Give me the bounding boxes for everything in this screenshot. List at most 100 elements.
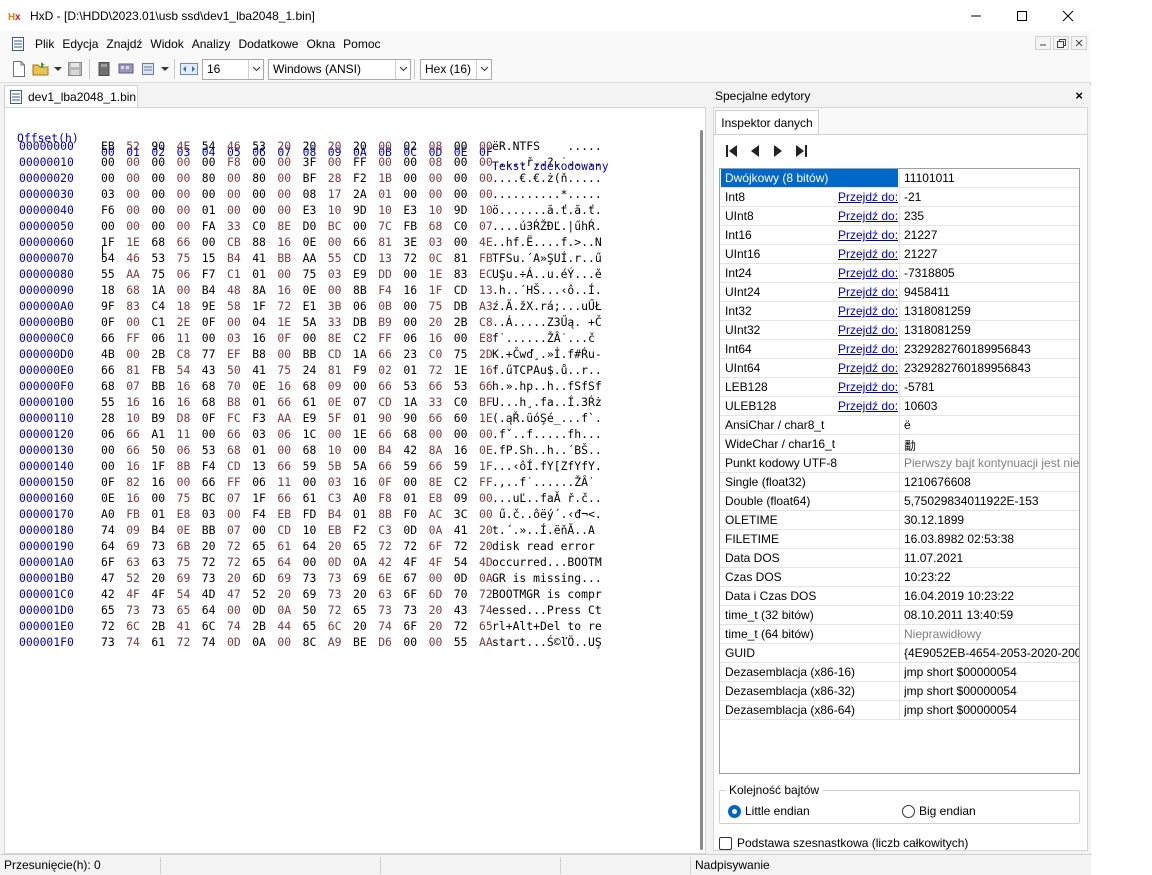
hex-byte[interactable]: 00: [252, 523, 272, 537]
hex-byte[interactable]: 00: [454, 331, 474, 345]
disk-icon[interactable]: [93, 58, 115, 80]
hex-byte[interactable]: 41: [177, 619, 197, 633]
inspector-row[interactable]: Data i Czas DOS 16.04.2019 10:23:22: [720, 587, 1079, 606]
hex-byte[interactable]: 08: [303, 187, 323, 201]
hex-byte[interactable]: C2: [353, 331, 373, 345]
hex-byte[interactable]: C4: [151, 299, 171, 313]
hex-byte[interactable]: 74: [101, 523, 121, 537]
hex-byte[interactable]: 00: [277, 171, 297, 185]
hex-byte[interactable]: 00: [429, 635, 449, 649]
hex-byte[interactable]: 75: [151, 267, 171, 281]
inspector-value[interactable]: 16.03.8982 02:53:38: [904, 532, 1079, 546]
document-menu-icon[interactable]: [11, 36, 25, 51]
hex-byte[interactable]: 64: [101, 539, 121, 553]
hex-byte[interactable]: 65: [303, 619, 323, 633]
hex-byte[interactable]: 5A: [353, 459, 373, 473]
hex-byte[interactable]: EB: [277, 507, 297, 521]
hex-byte[interactable]: 20: [328, 139, 348, 153]
hex-byte[interactable]: 00: [126, 315, 146, 329]
mdi-restore-button[interactable]: [1053, 36, 1069, 50]
hex-byte[interactable]: 42: [101, 587, 121, 601]
hex-byte[interactable]: 00: [403, 171, 423, 185]
hex-byte[interactable]: B8: [252, 347, 272, 361]
hex-byte[interactable]: 00: [353, 219, 373, 233]
hex-byte[interactable]: C1: [151, 315, 171, 329]
hex-byte[interactable]: F0: [403, 507, 423, 521]
hex-row[interactable]: 00000150 0F 82 16 00 66 FF 06 11 00 03 16 0F 00 8E C2 FF…: [5, 475, 695, 491]
hex-byte[interactable]: 4F: [429, 555, 449, 569]
hex-byte[interactable]: 10: [429, 203, 449, 217]
hex-byte[interactable]: 00: [227, 507, 247, 521]
decoded-text[interactable]: TFSu.´A»ŞUÍ.r..ű: [492, 251, 602, 265]
next-icon[interactable]: [768, 143, 787, 159]
inspector-row[interactable]: Int64 Przejdź do: 2329282760189956843: [720, 340, 1079, 359]
hex-row[interactable]: 000000E0 66 81 FB 54 43 50 41 75 24 81 F9 02 01 72 1E 16…: [5, 363, 695, 379]
hex-byte[interactable]: 00: [126, 203, 146, 217]
hex-byte[interactable]: 0D: [252, 603, 272, 617]
hex-base-checkbox[interactable]: [719, 836, 732, 850]
hex-byte[interactable]: 6C: [328, 619, 348, 633]
hex-byte[interactable]: 66: [177, 235, 197, 249]
hex-row[interactable]: 00000080 55 AA 75 06 F7 C1 01 00 75 03 E9 DD 00 1E 83 EC…: [5, 267, 695, 283]
hex-byte[interactable]: 68: [202, 379, 222, 393]
goto-link[interactable]: Przejdź do:: [838, 285, 898, 299]
hex-byte[interactable]: C3: [378, 523, 398, 537]
hex-byte[interactable]: 72: [429, 363, 449, 377]
inspector-value[interactable]: Nieprawidłowy: [904, 627, 1079, 641]
hex-byte[interactable]: 00: [454, 235, 474, 249]
hex-byte[interactable]: 03: [429, 235, 449, 249]
hex-byte[interactable]: 00: [454, 427, 474, 441]
inspector-row[interactable]: Int24 Przejdź do: -7318805: [720, 264, 1079, 283]
hex-byte[interactable]: 61: [151, 635, 171, 649]
hex-byte[interactable]: 74: [126, 635, 146, 649]
hex-byte[interactable]: 00: [101, 171, 121, 185]
hex-byte[interactable]: 08: [429, 139, 449, 153]
hex-byte[interactable]: 00: [454, 139, 474, 153]
hex-byte[interactable]: F3: [252, 411, 272, 425]
hex-byte[interactable]: 6F: [429, 539, 449, 553]
hex-byte[interactable]: 81: [126, 363, 146, 377]
hex-byte[interactable]: 73: [303, 571, 323, 585]
hex-byte[interactable]: 01: [353, 411, 373, 425]
hex-byte[interactable]: 16: [126, 491, 146, 505]
hex-byte[interactable]: B9: [378, 315, 398, 329]
hex-byte[interactable]: F6: [101, 203, 121, 217]
inspector-row[interactable]: FILETIME 16.03.8982 02:53:38: [720, 530, 1079, 549]
hex-byte[interactable]: 00: [303, 555, 323, 569]
hex-byte[interactable]: 18: [101, 283, 121, 297]
hex-byte[interactable]: 8B: [177, 459, 197, 473]
decoded-text[interactable]: GR is missing...: [492, 571, 602, 585]
inspector-row[interactable]: Dwójkowy (8 bitów) 11101011: [720, 169, 1079, 188]
hex-byte[interactable]: 66: [277, 395, 297, 409]
hex-byte[interactable]: 53: [454, 379, 474, 393]
hex-byte[interactable]: E1: [303, 299, 323, 313]
inspector-value[interactable]: -21: [904, 190, 1079, 204]
view-dropdown-icon[interactable]: [159, 58, 171, 80]
hex-byte[interactable]: 20: [353, 587, 373, 601]
save-icon[interactable]: [64, 58, 86, 80]
inspector-value[interactable]: ë: [904, 418, 1079, 432]
hex-byte[interactable]: 01: [202, 203, 222, 217]
hex-byte[interactable]: 1E: [353, 427, 373, 441]
hex-byte[interactable]: 00: [126, 187, 146, 201]
hex-byte[interactable]: 17: [328, 187, 348, 201]
hex-byte[interactable]: 16: [177, 395, 197, 409]
hex-byte[interactable]: 00: [277, 267, 297, 281]
hex-byte[interactable]: 00: [429, 187, 449, 201]
hex-byte[interactable]: 01: [252, 443, 272, 457]
hex-byte[interactable]: CD: [378, 395, 398, 409]
hex-byte[interactable]: 09: [328, 379, 348, 393]
hex-byte[interactable]: 00: [151, 171, 171, 185]
inspector-row[interactable]: time_t (32 bitów) 08.10.2011 13:40:59: [720, 606, 1079, 625]
hex-byte[interactable]: 6D: [252, 571, 272, 585]
hex-byte[interactable]: 5B: [328, 459, 348, 473]
hex-byte[interactable]: 0F: [101, 475, 121, 489]
hex-row[interactable]: 000001B0 47 52 20 69 73 20 6D 69 73 73 69 6E 67 00 0D 0A…: [5, 571, 695, 587]
hex-byte[interactable]: 00: [328, 155, 348, 169]
hex-byte[interactable]: 1E: [429, 267, 449, 281]
hex-byte[interactable]: 74: [227, 619, 247, 633]
hex-byte[interactable]: CD: [227, 459, 247, 473]
hex-byte[interactable]: FA: [202, 219, 222, 233]
decoded-text[interactable]: (.ąŘ.üóŞé_...f`.: [492, 411, 602, 425]
hex-byte[interactable]: 65: [353, 539, 373, 553]
